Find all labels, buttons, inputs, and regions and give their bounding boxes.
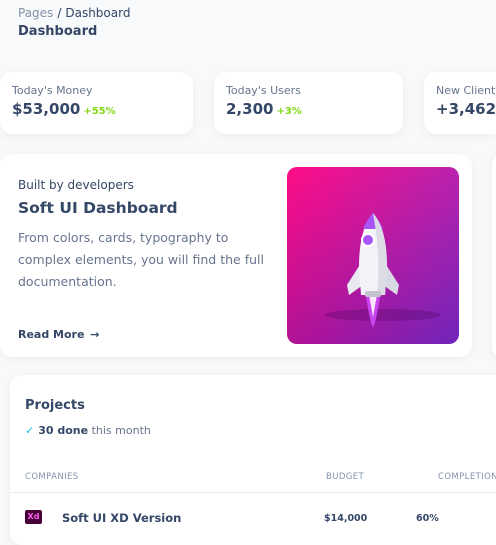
stat-card-money: Today's Money $53,000 +55% — [0, 72, 193, 134]
table-divider — [10, 492, 496, 493]
stat-value: $53,000 +55% — [12, 100, 181, 118]
column-header-budget[interactable]: BUDGET — [326, 472, 364, 482]
adobe-xd-icon: Xd — [25, 510, 42, 524]
breadcrumb-root[interactable]: Pages — [18, 6, 53, 20]
stat-card-clients: New Client +3,462- — [424, 72, 496, 134]
rocket-illustration — [287, 167, 459, 344]
read-more-link[interactable]: Read More → — [18, 328, 100, 341]
hero-title: Soft UI Dashboard — [18, 199, 178, 217]
projects-title: Projects — [25, 398, 85, 413]
stat-value: 2,300 +3% — [226, 100, 391, 118]
project-budget: $14,000 — [324, 513, 368, 524]
stat-number: $53,000 — [12, 100, 81, 118]
stat-card-users: Today's Users 2,300 +3% — [214, 72, 403, 134]
breadcrumb-current: Dashboard — [65, 6, 131, 20]
breadcrumb: Pages / Dashboard — [18, 6, 130, 20]
stat-delta: +55% — [83, 106, 116, 117]
done-suffix: this month — [91, 424, 151, 437]
check-icon: ✓ — [25, 424, 35, 437]
stat-value: +3,462- — [436, 100, 496, 118]
read-more-label: Read More — [18, 328, 85, 341]
stat-number: +3,462 — [436, 100, 496, 118]
project-name: Soft UI XD Version — [62, 511, 182, 525]
projects-done-summary: ✓ 30 done this month — [25, 424, 151, 437]
page-title: Dashboard — [18, 24, 98, 39]
side-card-partial — [492, 154, 496, 357]
hero-subtitle: Built by developers — [18, 178, 134, 192]
breadcrumb-separator: / — [57, 6, 62, 20]
stat-delta: +3% — [276, 106, 302, 117]
arrow-right-icon: → — [90, 328, 100, 341]
hero-description: From colors, cards, typography to comple… — [18, 230, 264, 289]
done-count: 30 done — [38, 424, 89, 437]
rocket-icon — [325, 213, 441, 327]
stat-label: Today's Money — [12, 84, 93, 97]
stat-label: Today's Users — [226, 84, 301, 97]
stat-number: 2,300 — [226, 100, 274, 118]
column-header-companies[interactable]: COMPANIES — [25, 472, 79, 482]
project-completion: 60% — [416, 513, 439, 524]
column-header-completion[interactable]: COMPLETION — [438, 472, 496, 482]
stat-label: New Client — [436, 84, 496, 97]
